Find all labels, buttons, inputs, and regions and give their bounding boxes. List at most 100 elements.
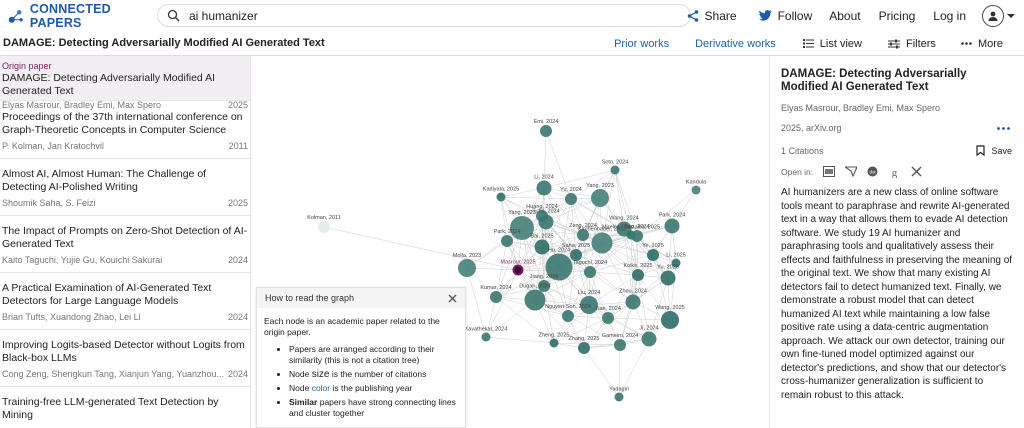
paper-authors: P. Kolman, Jan Kratochvil [2, 141, 104, 151]
graph-node-circle[interactable] [610, 165, 620, 175]
more-label: More [977, 37, 1003, 50]
logo[interactable]: CONNECTED PAPERS [8, 2, 158, 30]
graph-node-circle[interactable] [524, 289, 546, 311]
graph-node[interactable]: Kolman, 2011 [307, 215, 341, 233]
graph-node[interactable]: Kandula [686, 180, 707, 195]
graph-node-circle[interactable] [318, 221, 330, 233]
login-link[interactable]: Log in [933, 9, 966, 23]
graph-node[interactable]: Yadagiri [609, 387, 629, 402]
list-icon [802, 39, 814, 48]
list-item-origin[interactable]: Origin paper DAMAGE: Detecting Adversari… [0, 56, 250, 110]
x-icon[interactable] [910, 165, 923, 178]
paper-title: DAMAGE: Detecting Adversarially Modified… [2, 72, 216, 97]
graph-node-circle[interactable] [481, 332, 491, 342]
graph-node-circle[interactable] [632, 269, 644, 281]
graph-node-circle[interactable] [584, 266, 596, 278]
detail-citations[interactable]: 1 Citations [781, 146, 824, 156]
graph-node-circle[interactable] [458, 259, 476, 277]
graph-node-circle[interactable] [538, 214, 554, 230]
graph-node-circle[interactable] [565, 193, 577, 205]
graph-node-circle[interactable] [602, 312, 614, 324]
paper-title: Almost AI, Almost Human: The Challenge o… [2, 168, 207, 193]
prior-works-button[interactable]: Prior works [614, 38, 669, 50]
graph-node-circle[interactable] [641, 331, 657, 347]
current-paper-title: DAMAGE: Detecting Adversarially Modified… [3, 37, 325, 49]
graph-node-circle[interactable] [664, 218, 680, 234]
share-button[interactable]: Share [687, 9, 737, 23]
pricing-link[interactable]: Pricing [879, 9, 916, 23]
graph-node-label: Zhou, 2024 [619, 289, 647, 295]
graph-node-circle[interactable] [549, 338, 559, 348]
graph-node-label: Li, 2025 [666, 253, 686, 259]
graph-node-circle[interactable] [625, 294, 641, 310]
sub-bar: DAMAGE: Detecting Adversarially Modified… [0, 31, 1024, 56]
more-dots-icon[interactable] [997, 126, 1010, 130]
graph-node-circle[interactable] [490, 291, 502, 303]
close-icon[interactable] [448, 294, 457, 303]
google-scholar-icon[interactable]: g [888, 165, 901, 178]
graph-node-circle[interactable] [540, 125, 552, 137]
graph-node[interactable]: Kumar, 2024 [480, 285, 512, 303]
share-label: Share [704, 8, 737, 23]
list-item[interactable]: Proceedings of the 37th international co… [0, 101, 250, 159]
graph-node-circle[interactable] [562, 310, 574, 322]
list-item[interactable]: Training-free LLM-generated Text Detecti… [0, 387, 250, 427]
graph-node[interactable]: Ji, 2024 [639, 326, 659, 347]
graph-node-circle[interactable] [591, 189, 609, 207]
graph-node-label: Yadagiri [609, 387, 629, 393]
save-button[interactable]: Save [976, 145, 1012, 156]
graph-node[interactable]: Park, 2024 [659, 213, 686, 234]
graph-node[interactable]: Zhang, 2025 [569, 336, 600, 354]
graph-node-circle[interactable] [614, 339, 626, 351]
detail-abstract: AI humanizers are a new class of online … [781, 187, 1013, 401]
how-to-bullet: Node color is the publishing year [289, 383, 458, 394]
graph-node-circle[interactable] [660, 270, 676, 286]
graph-node-circle[interactable] [536, 180, 552, 196]
list-view-button[interactable]: List view [802, 37, 862, 50]
graph-node-label: Zhang, 2025 [569, 336, 600, 342]
graph-node[interactable]: Nguyen-Son, 2024 [545, 304, 591, 322]
filters-button[interactable]: Filters [887, 38, 936, 50]
graph-node-circle[interactable] [661, 311, 679, 329]
graph-node[interactable]: Emi, 2024 [534, 119, 559, 137]
graph-node[interactable]: Gameiro, 2024 [602, 333, 638, 351]
graph-node-circle[interactable] [647, 249, 659, 261]
graph-node[interactable]: Kavathekar, 2024 [465, 327, 508, 342]
pdf-icon[interactable] [822, 165, 835, 178]
dblp-icon[interactable]: doi [866, 165, 879, 178]
graph-node[interactable]: Kadiyala, 2025 [483, 187, 519, 202]
about-link[interactable]: About [829, 9, 860, 23]
list-item[interactable]: Improving Logits-based Detector without … [0, 330, 250, 387]
list-item[interactable]: A Practical Examination of AI-Generated … [0, 273, 250, 330]
detail-title[interactable]: DAMAGE: Detecting Adversarially Modified… [781, 68, 1016, 94]
account-menu[interactable] [982, 4, 1015, 27]
graph-node-circle[interactable] [501, 235, 513, 247]
graph-node-circle[interactable] [578, 342, 590, 354]
graph-node-circle[interactable] [591, 232, 613, 254]
semantic-scholar-icon[interactable] [844, 165, 857, 178]
graph-node[interactable]: Tufts, 2024 [532, 209, 560, 230]
graph-node[interactable]: Yang, 2023 [586, 183, 614, 207]
graph-node[interactable]: Li, 2024 [534, 175, 554, 196]
list-view-label: List view [819, 37, 862, 50]
paper-list: Origin paper DAMAGE: Detecting Adversari… [0, 56, 251, 428]
graph-node[interactable]: Tian, 2024 [595, 306, 621, 324]
search-bar[interactable] [157, 4, 691, 27]
search-input[interactable] [189, 8, 669, 23]
list-item[interactable]: Almost AI, Almost Human: The Challenge o… [0, 159, 250, 216]
derivative-works-button[interactable]: Derivative works [695, 38, 776, 50]
graph-node-label: Koike, 2025 [623, 263, 652, 269]
graph-node[interactable]: Zhou, 2024 [619, 289, 647, 310]
list-item[interactable]: The Impact of Prompts on Zero-Shot Detec… [0, 216, 250, 273]
graph-node-circle[interactable] [691, 185, 701, 195]
follow-button[interactable]: Follow [758, 9, 812, 23]
paper-year: 2011 [228, 141, 248, 151]
graph-node[interactable]: Molla, 2023 [453, 253, 481, 277]
more-button[interactable]: More [961, 38, 1003, 50]
share-icon [687, 9, 698, 22]
graph-node-circle[interactable] [614, 392, 624, 402]
graph-node[interactable]: Zheng, 2025 [539, 333, 570, 348]
graph-node-circle[interactable] [496, 192, 506, 202]
graph-node-circle[interactable] [512, 264, 524, 276]
graph-node-circle[interactable] [631, 230, 643, 242]
